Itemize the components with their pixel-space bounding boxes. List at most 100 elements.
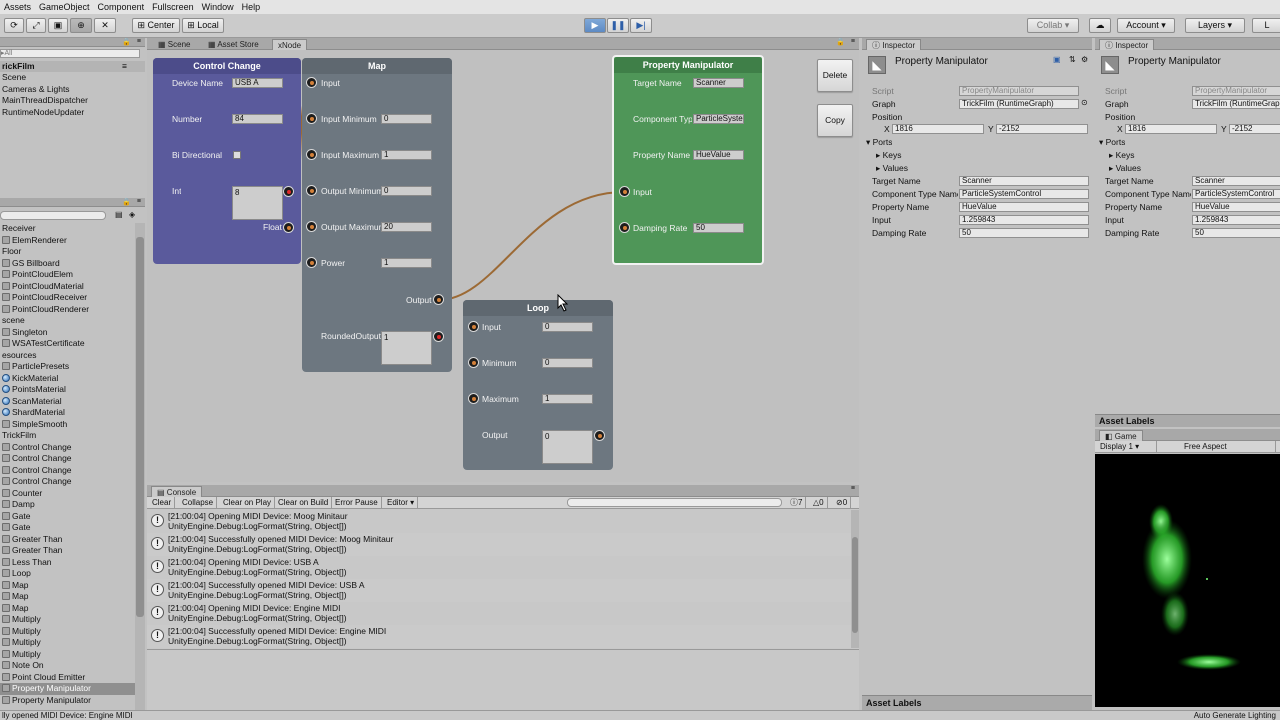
- hierarchy-item[interactable]: Scene: [0, 72, 145, 84]
- project-item[interactable]: Point Cloud Emitter: [0, 672, 135, 684]
- values-foldout[interactable]: ▸ Values: [876, 163, 908, 174]
- tab-inspector-2[interactable]: ⓘ Inspector: [1099, 39, 1155, 50]
- project-item[interactable]: Gate: [0, 511, 135, 523]
- graph-field[interactable]: TrickFilm (RuntimeGraph): [959, 99, 1079, 109]
- project-item[interactable]: Greater Than: [0, 545, 135, 557]
- component-type-field[interactable]: ParticleSystemControl: [959, 189, 1089, 199]
- project-item[interactable]: Floor: [0, 246, 135, 258]
- help-icon[interactable]: ▣: [1053, 55, 1061, 64]
- loop-output-port[interactable]: [594, 430, 605, 441]
- project-item[interactable]: Property Manipulator: [0, 695, 135, 707]
- pm-input-port[interactable]: [619, 186, 630, 197]
- project-item[interactable]: Control Change: [0, 442, 135, 454]
- project-item[interactable]: Multiply: [0, 614, 135, 626]
- scene-header[interactable]: rickFilm ≡: [0, 61, 145, 72]
- lock-icon[interactable]: 🔒: [122, 38, 131, 46]
- project-item[interactable]: PointCloudElem: [0, 269, 135, 281]
- map-input-port[interactable]: [306, 113, 317, 124]
- rounded-output-port[interactable]: [433, 331, 444, 342]
- project-item[interactable]: PointCloudRenderer: [0, 304, 135, 316]
- rounded-output-field[interactable]: 1: [381, 331, 432, 365]
- project-search-input[interactable]: [0, 211, 106, 220]
- menu-assets[interactable]: Assets: [0, 0, 35, 14]
- console-log-entry[interactable]: ! [21:00:04] Successfully opened MIDI Dev…: [147, 579, 851, 602]
- warning-count-toggle[interactable]: △0: [810, 497, 828, 508]
- project-item[interactable]: PointsMaterial: [0, 384, 135, 396]
- map-row-field[interactable]: 0: [381, 186, 432, 196]
- project-item[interactable]: ShardMaterial: [0, 407, 135, 419]
- values-2-foldout[interactable]: ▸ Values: [1109, 163, 1141, 174]
- asset-labels-bar[interactable]: Asset Labels: [862, 695, 1092, 710]
- project-item[interactable]: Multiply: [0, 649, 135, 661]
- loop-node[interactable]: Loop Input 0 Minimum 0 Maximum 1 Output 0: [463, 300, 613, 470]
- project-item[interactable]: Map: [0, 603, 135, 615]
- project-item[interactable]: Less Than: [0, 557, 135, 569]
- project-item[interactable]: Gate: [0, 522, 135, 534]
- console-log-entry[interactable]: ! [21:00:04] Opening MIDI Device: USB A Un…: [147, 556, 851, 579]
- input-2-field[interactable]: 1.259843: [1192, 215, 1280, 225]
- display-dropdown[interactable]: Display 1 ▾: [1097, 441, 1157, 452]
- project-item[interactable]: Control Change: [0, 453, 135, 465]
- menu-window[interactable]: Window: [198, 0, 238, 14]
- project-item[interactable]: TrickFilm: [0, 430, 135, 442]
- tab-game[interactable]: ◧ Game: [1099, 430, 1143, 441]
- project-item[interactable]: Property Manipulator: [0, 683, 135, 695]
- info-count-toggle[interactable]: ⓘ7: [787, 497, 807, 508]
- loop-input-port[interactable]: [468, 321, 479, 332]
- ports-foldout[interactable]: ▾ Ports: [866, 137, 892, 148]
- clear-on-play-button[interactable]: Clear on Play: [220, 497, 276, 508]
- rect-tool-icon[interactable]: ▣: [48, 18, 68, 33]
- console-scrollbar[interactable]: [851, 510, 859, 648]
- loop-row-field[interactable]: 0: [542, 322, 593, 332]
- console-log-entry[interactable]: ! [21:00:04] Opening MIDI Device: Moog Mi…: [147, 510, 851, 533]
- project-scroll-thumb[interactable]: [136, 237, 144, 617]
- collapse-button[interactable]: Collapse: [179, 497, 218, 508]
- console-scroll-thumb[interactable]: [852, 537, 858, 633]
- loop-row-field[interactable]: 0: [542, 358, 593, 368]
- hierarchy-search-input[interactable]: ▸All: [0, 49, 140, 58]
- console-log-entry[interactable]: ! [21:00:04] Successfully opened MIDI Dev…: [147, 533, 851, 556]
- target-name-field[interactable]: Scanner: [693, 78, 744, 88]
- property-name-field[interactable]: HueValue: [693, 150, 744, 160]
- tab-asset-store[interactable]: ▦ Asset Store: [203, 39, 264, 50]
- tab-scene[interactable]: ▦ Scene: [153, 39, 195, 50]
- pivot-local-button[interactable]: ⊞ Local: [182, 18, 224, 33]
- position-x-field[interactable]: 1816: [892, 124, 984, 134]
- pause-button[interactable]: ❚❚: [607, 18, 629, 33]
- clear-on-build-button[interactable]: Clear on Build: [275, 497, 333, 508]
- project-item[interactable]: Damp: [0, 499, 135, 511]
- presets-icon[interactable]: ⇅: [1069, 55, 1076, 64]
- error-count-toggle[interactable]: ⊘0: [833, 497, 852, 508]
- control-change-node[interactable]: Control Change Device Name USB A Number …: [153, 58, 301, 264]
- play-button[interactable]: ▶: [584, 18, 606, 33]
- scale-tool-icon[interactable]: ⤢: [26, 18, 46, 33]
- project-item[interactable]: SimpleSmooth: [0, 419, 135, 431]
- custom-tool-icon[interactable]: ✕: [94, 18, 116, 33]
- project-item[interactable]: Multiply: [0, 626, 135, 638]
- map-node[interactable]: Map Input Input Minimum 0 Input Maximum 1 Out…: [302, 58, 452, 372]
- bidirectional-checkbox[interactable]: [233, 151, 241, 159]
- clear-button[interactable]: Clear: [149, 497, 176, 508]
- step-button[interactable]: ▶|: [630, 18, 652, 33]
- component-2-field[interactable]: ParticleSystemControl: [1192, 189, 1280, 199]
- position-y-2-field[interactable]: -2152: [1229, 124, 1280, 134]
- property-manipulator-node[interactable]: Property Manipulator Target Name Scanner…: [612, 55, 764, 265]
- project-scrollbar[interactable]: [135, 223, 145, 710]
- project-item[interactable]: Multiply: [0, 637, 135, 649]
- damping-rate-field[interactable]: 50: [693, 223, 744, 233]
- project-item[interactable]: Map: [0, 591, 135, 603]
- graph-2-field[interactable]: TrickFilm (RuntimeGraph): [1192, 99, 1280, 109]
- target-name-field[interactable]: Scanner: [959, 176, 1089, 186]
- pivot-center-button[interactable]: ⊞ Center: [132, 18, 180, 33]
- console-search-input[interactable]: [567, 498, 782, 507]
- target-2-field[interactable]: Scanner: [1192, 176, 1280, 186]
- project-item[interactable]: Control Change: [0, 465, 135, 477]
- console-menu-icon[interactable]: ≡: [851, 485, 855, 492]
- project-item[interactable]: esources: [0, 350, 135, 362]
- map-row-field[interactable]: 20: [381, 222, 432, 232]
- project-item[interactable]: Map: [0, 580, 135, 592]
- loop-input-port[interactable]: [468, 357, 479, 368]
- map-input-port[interactable]: [306, 149, 317, 160]
- asset-labels-bar-2[interactable]: Asset Labels: [1095, 414, 1280, 427]
- keys-2-foldout[interactable]: ▸ Keys: [1109, 150, 1135, 161]
